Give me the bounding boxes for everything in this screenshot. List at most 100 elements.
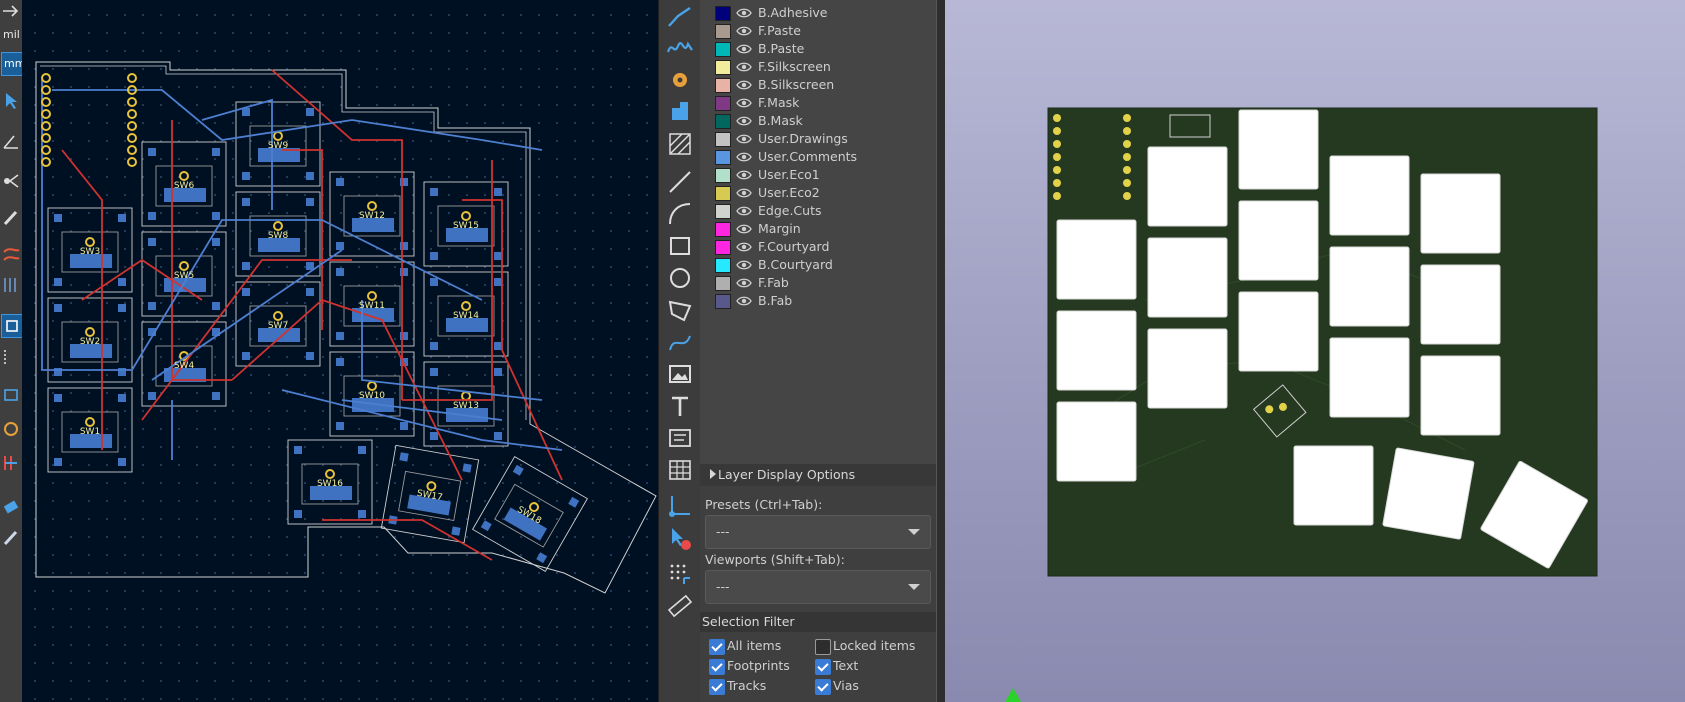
eye-icon[interactable] [736, 42, 752, 56]
layer-color-swatch[interactable] [715, 204, 731, 219]
delete-tool-icon[interactable] [666, 524, 694, 552]
layer-color-swatch[interactable] [715, 132, 731, 147]
layer-row[interactable]: B.Mask [700, 112, 936, 130]
pcb-layout-drawing: SW1 SW2 SW3 SW4 SW5 SW6 SW7 SW8 SW9 SW10 SW11 SW12 S… [35, 61, 657, 594]
layer-row[interactable]: B.Paste [700, 40, 936, 58]
draw-line-icon[interactable] [666, 168, 694, 196]
eye-icon[interactable] [736, 276, 752, 290]
add-image-icon[interactable] [666, 360, 694, 388]
layer-color-swatch[interactable] [715, 42, 731, 57]
layer-row[interactable]: F.Silkscreen [700, 58, 936, 76]
eye-icon[interactable] [736, 222, 752, 236]
ratsnest-icon[interactable] [1, 244, 21, 266]
highlight-net-icon[interactable] [1, 452, 21, 474]
text-checkbox[interactable] [815, 659, 831, 675]
layer-display-options[interactable]: Layer Display Options [700, 464, 936, 486]
eye-icon[interactable] [736, 96, 752, 110]
pad-display-icon[interactable] [1, 314, 23, 338]
eye-icon[interactable] [736, 168, 752, 182]
layer-color-swatch[interactable] [715, 294, 731, 309]
layer-row[interactable]: F.Fab [700, 274, 936, 292]
switch-label: SW1 [80, 427, 100, 437]
set-origin-icon[interactable] [666, 492, 694, 520]
layer-row[interactable]: B.Fab [700, 292, 936, 310]
ruler-angle-icon[interactable] [1, 130, 21, 152]
layer-row[interactable]: F.Paste [700, 22, 936, 40]
eye-icon[interactable] [736, 294, 752, 308]
add-textbox-icon[interactable] [666, 424, 694, 452]
eye-icon[interactable] [736, 114, 752, 128]
layer-color-swatch[interactable] [715, 186, 731, 201]
eye-icon[interactable] [736, 132, 752, 146]
units-mm-button[interactable]: mm [1, 52, 25, 76]
layer-row[interactable]: B.Adhesive [700, 4, 936, 22]
add-pad-icon[interactable] [666, 98, 694, 126]
layer-color-swatch[interactable] [715, 96, 731, 111]
eye-icon[interactable] [736, 150, 752, 164]
3d-viewer[interactable] [945, 0, 1685, 702]
grid-origin-icon[interactable] [666, 560, 694, 588]
route-diff-pair-icon[interactable] [666, 34, 694, 62]
eye-icon[interactable] [736, 24, 752, 38]
layer-row[interactable]: Edge.Cuts [700, 202, 936, 220]
measure-icon[interactable] [666, 592, 694, 620]
layers-icon[interactable] [1, 384, 21, 406]
layer-color-swatch[interactable] [715, 276, 731, 291]
units-mil-button[interactable]: mil [1, 24, 21, 46]
layer-row[interactable]: User.Eco2 [700, 184, 936, 202]
layer-row[interactable]: User.Drawings [700, 130, 936, 148]
layer-row[interactable]: F.Courtyard [700, 238, 936, 256]
draw-polygon-icon[interactable] [666, 296, 694, 324]
layer-color-swatch[interactable] [715, 150, 731, 165]
layer-color-swatch[interactable] [715, 60, 731, 75]
eye-icon[interactable] [736, 186, 752, 200]
eye-icon[interactable] [736, 6, 752, 20]
add-via-icon[interactable] [666, 66, 694, 94]
draw-rectangle-icon[interactable] [666, 232, 694, 260]
tools-icon[interactable] [1, 526, 21, 548]
add-table-icon[interactable] [666, 456, 694, 484]
pencil-icon[interactable] [1, 206, 21, 228]
eye-icon[interactable] [736, 258, 752, 272]
eye-icon[interactable] [736, 204, 752, 218]
layer-color-swatch[interactable] [715, 222, 731, 237]
layer-color-swatch[interactable] [715, 6, 731, 21]
dotted-icon[interactable] [1, 346, 21, 368]
drc-icon[interactable] [1, 418, 21, 440]
layer-row[interactable]: B.Silkscreen [700, 76, 936, 94]
locked-items-checkbox[interactable] [815, 639, 831, 655]
layer-row[interactable]: F.Mask [700, 94, 936, 112]
layer-color-swatch[interactable] [715, 114, 731, 129]
layer-color-swatch[interactable] [715, 78, 731, 93]
draw-bezier-icon[interactable] [666, 328, 694, 356]
layer-color-swatch[interactable] [715, 240, 731, 255]
draw-arc-icon[interactable] [666, 200, 694, 228]
zone-fill-icon[interactable] [1, 274, 21, 296]
add-text-icon[interactable] [666, 392, 694, 420]
layer-row[interactable]: User.Comments [700, 148, 936, 166]
layer-color-swatch[interactable] [715, 258, 731, 273]
eraser-icon[interactable] [1, 496, 21, 518]
layer-row[interactable]: Margin [700, 220, 936, 238]
vias-checkbox[interactable] [815, 679, 831, 695]
controller-footprint[interactable] [41, 73, 137, 167]
add-zone-icon[interactable] [666, 130, 694, 158]
eye-icon[interactable] [736, 60, 752, 74]
tracks-checkbox[interactable] [709, 679, 725, 695]
cursor-icon[interactable] [1, 90, 21, 112]
viewports-dropdown[interactable]: --- [705, 570, 931, 604]
draw-circle-icon[interactable] [666, 264, 694, 292]
eye-icon[interactable] [736, 240, 752, 254]
footprints-checkbox[interactable] [709, 659, 725, 675]
layer-color-swatch[interactable] [715, 24, 731, 39]
net-inspect-icon[interactable] [1, 170, 21, 192]
all-items-checkbox[interactable] [709, 639, 725, 655]
layer-color-swatch[interactable] [715, 168, 731, 183]
layer-row[interactable]: B.Courtyard [700, 256, 936, 274]
layer-row[interactable]: User.Eco1 [700, 166, 936, 184]
route-track-icon[interactable] [666, 2, 694, 30]
pcb-editor-canvas[interactable]: SW1 SW2 SW3 SW4 SW5 SW6 SW7 SW8 SW9 SW10 SW11 SW12 S… [22, 0, 658, 702]
snap-arrow-icon[interactable] [1, 0, 21, 22]
eye-icon[interactable] [736, 78, 752, 92]
presets-dropdown[interactable]: --- [705, 515, 931, 549]
